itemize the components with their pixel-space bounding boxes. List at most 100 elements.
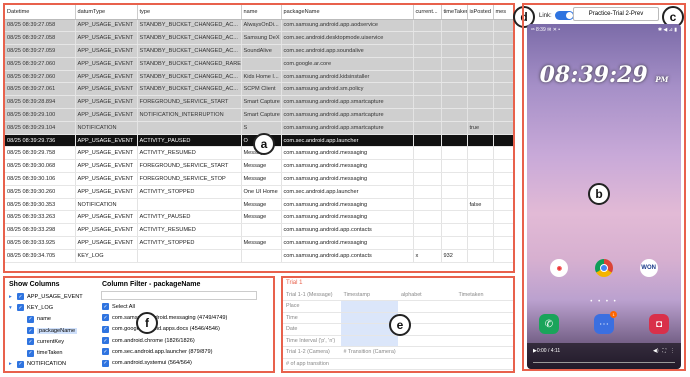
table-cell bbox=[413, 95, 442, 110]
camera-icon[interactable]: ◘ bbox=[649, 314, 669, 334]
table-row[interactable]: 08/25 08:39:27.060 APP_USAGE_EVENT STANDBY… bbox=[5, 70, 513, 84]
checkbox-icon[interactable]: ✓ bbox=[102, 314, 109, 322]
filter-option[interactable]: ✓ com.android.systemui (564/564) bbox=[102, 357, 227, 368]
trial-cell[interactable] bbox=[455, 358, 513, 370]
table-cell bbox=[493, 57, 513, 71]
table-cell: Message bbox=[241, 159, 282, 174]
more-icon[interactable]: ⋮ bbox=[670, 348, 675, 354]
filter-option[interactable]: ✓ com.android.chrome (1826/1826) bbox=[102, 335, 227, 346]
column-header[interactable]: timeTaken bbox=[441, 5, 468, 20]
column-tree-item[interactable]: ▸ ✓ NOTIFICATION bbox=[9, 359, 83, 370]
table-row[interactable]: 08/25 08:39:30.353 NOTIFICATION Message com… bbox=[5, 198, 513, 212]
table-row[interactable]: 08/25 08:39:30.068 APP_USAGE_EVENT FOREGRO… bbox=[5, 159, 513, 174]
filter-option[interactable]: ✓ com.samsung.android.messaging (4749/474… bbox=[102, 312, 227, 323]
checkbox-icon[interactable]: ✓ bbox=[102, 348, 109, 356]
table-cell: APP_USAGE_EVENT bbox=[75, 172, 138, 186]
table-cell bbox=[493, 172, 513, 186]
trial-cell[interactable] bbox=[455, 346, 513, 359]
tree-toggle-icon[interactable]: ▸ bbox=[9, 361, 14, 367]
table-cell: KEY_LOG bbox=[75, 249, 138, 263]
table-row[interactable]: 08/25 08:39:30.260 APP_USAGE_EVENT ACTIVIT… bbox=[5, 185, 513, 199]
column-header[interactable]: mes bbox=[493, 5, 513, 20]
checkbox-icon[interactable]: ✓ bbox=[27, 315, 34, 323]
column-header[interactable]: Datetime bbox=[5, 5, 76, 20]
trial-cell[interactable] bbox=[398, 358, 456, 370]
checkbox-icon[interactable]: ✓ bbox=[102, 325, 109, 333]
column-header[interactable]: current... bbox=[413, 5, 442, 20]
trial-cell[interactable] bbox=[340, 335, 398, 347]
filter-option[interactable]: ✓ Select All bbox=[102, 301, 227, 312]
column-tree-item[interactable]: ✓ currentKey bbox=[9, 336, 83, 347]
table-row[interactable]: 08/25 08:39:34.705 KEY_LOG com.samsung.and… bbox=[5, 249, 513, 263]
column-tree-item[interactable]: ▸ ✓ APP_USAGE_EVENT bbox=[9, 291, 83, 302]
column-tree-item[interactable]: ▾ ✓ KEY_LOG bbox=[9, 302, 83, 313]
table-cell bbox=[493, 249, 513, 263]
table-cell bbox=[441, 159, 468, 174]
maps-icon[interactable]: ◉ bbox=[550, 259, 569, 277]
column-tree-item[interactable]: ✓ name bbox=[9, 314, 83, 325]
trial-cell[interactable]: timestamp bbox=[455, 369, 513, 371]
checkbox-icon[interactable]: ✓ bbox=[102, 337, 109, 345]
chrome-icon[interactable] bbox=[594, 259, 613, 277]
table-cell bbox=[413, 31, 442, 46]
table-cell bbox=[467, 57, 494, 71]
trial-cell[interactable] bbox=[340, 300, 398, 313]
trial-cell[interactable] bbox=[398, 346, 456, 359]
checkbox-icon[interactable]: ✓ bbox=[27, 349, 34, 357]
table-row[interactable]: 08/25 08:39:29.100 APP_USAGE_EVENT NOTIFIC… bbox=[5, 108, 513, 122]
table-cell bbox=[241, 57, 282, 71]
trial-cell[interactable] bbox=[455, 312, 513, 324]
trial-cell[interactable]: Timestamp bbox=[340, 289, 398, 301]
checkbox-icon[interactable]: ✓ bbox=[17, 304, 24, 312]
trial-cell[interactable] bbox=[340, 358, 398, 370]
table-cell bbox=[493, 95, 513, 110]
table-row[interactable]: 08/25 08:39:30.106 APP_USAGE_EVENT FOREGRO… bbox=[5, 172, 513, 186]
phone-call-icon[interactable]: ✆ bbox=[539, 314, 559, 334]
trial-cell[interactable]: DatumType bbox=[340, 369, 398, 371]
table-cell: Smart Capture bbox=[241, 95, 282, 110]
trial-cell[interactable] bbox=[455, 323, 513, 336]
tree-toggle-icon[interactable]: ▾ bbox=[9, 305, 14, 311]
trial-cell[interactable]: Event bbox=[398, 369, 456, 371]
table-row[interactable]: 08/25 08:39:33.298 APP_USAGE_EVENT ACTIVIT… bbox=[5, 223, 513, 238]
table-row[interactable]: 08/25 08:39:33.263 APP_USAGE_EVENT ACTIVIT… bbox=[5, 210, 513, 225]
column-header[interactable]: packageName bbox=[281, 5, 414, 20]
column-header[interactable]: name bbox=[241, 5, 282, 20]
table-row[interactable]: 08/25 08:39:29.104 NOTIFICATION Scom.samsu… bbox=[5, 121, 513, 135]
trial-cell[interactable]: alphabet bbox=[398, 289, 456, 301]
table-cell: APP_USAGE_EVENT bbox=[75, 44, 138, 58]
table-cell: com.sec.android.desktopmode.uiservice bbox=[281, 31, 414, 46]
trial-cell[interactable] bbox=[398, 335, 456, 347]
checkbox-icon[interactable]: ✓ bbox=[17, 293, 24, 301]
trial-cell[interactable]: Timetaken bbox=[455, 289, 513, 301]
trial-cell[interactable] bbox=[398, 300, 456, 313]
won-app-icon[interactable]: WON bbox=[639, 259, 658, 277]
table-cell: APP_USAGE_EVENT bbox=[75, 82, 138, 97]
filter-option[interactable]: ✓ com.google.android.apps.docs (4546/4546… bbox=[102, 324, 227, 335]
table-row[interactable]: 08/25 08:39:27.061 APP_USAGE_EVENT STANDBY… bbox=[5, 82, 513, 97]
table-row[interactable]: 08/25 08:39:33.925 APP_USAGE_EVENT ACTIVIT… bbox=[5, 236, 513, 250]
table-row[interactable]: 08/25 08:39:28.894 APP_USAGE_EVENT FOREGRO… bbox=[5, 95, 513, 110]
table-row[interactable]: 08/25 08:39:27.058 APP_USAGE_EVENT STANDBY… bbox=[5, 31, 513, 46]
column-tree-item[interactable]: ✓ timeTaken bbox=[9, 347, 83, 358]
checkbox-icon[interactable]: ✓ bbox=[27, 338, 34, 346]
table-row[interactable]: 08/25 08:39:27.060 APP_USAGE_EVENT STANDBY… bbox=[5, 57, 513, 71]
filter-option[interactable]: ✓ com.sec.android.app.launcher (879/879) bbox=[102, 346, 227, 357]
column-header[interactable]: type bbox=[137, 5, 242, 20]
checkbox-icon[interactable]: ✓ bbox=[102, 359, 109, 367]
checkbox-icon[interactable]: ✓ bbox=[102, 303, 109, 311]
column-tree-item[interactable]: ✓ packageName bbox=[9, 325, 83, 336]
column-header[interactable]: isPosted bbox=[467, 5, 494, 20]
table-cell: Message bbox=[241, 198, 282, 212]
trial-cell[interactable] bbox=[455, 300, 513, 313]
checkbox-icon[interactable]: ✓ bbox=[17, 360, 24, 368]
tree-toggle-icon[interactable]: ▸ bbox=[9, 294, 14, 300]
messages-icon[interactable]: ⋯ 1 bbox=[594, 311, 617, 334]
table-row[interactable]: 08/25 08:39:27.058 APP_USAGE_EVENT STANDBY… bbox=[5, 19, 513, 33]
player-scrubber[interactable] bbox=[533, 361, 675, 363]
trial-cell[interactable]: # Transition (Camera) bbox=[340, 346, 398, 359]
table-row[interactable]: 08/25 08:39:27.059 APP_USAGE_EVENT STANDBY… bbox=[5, 44, 513, 58]
trial-cell[interactable] bbox=[455, 335, 513, 347]
column-header[interactable]: datumType bbox=[75, 5, 138, 20]
checkbox-icon[interactable]: ✓ bbox=[27, 327, 34, 335]
